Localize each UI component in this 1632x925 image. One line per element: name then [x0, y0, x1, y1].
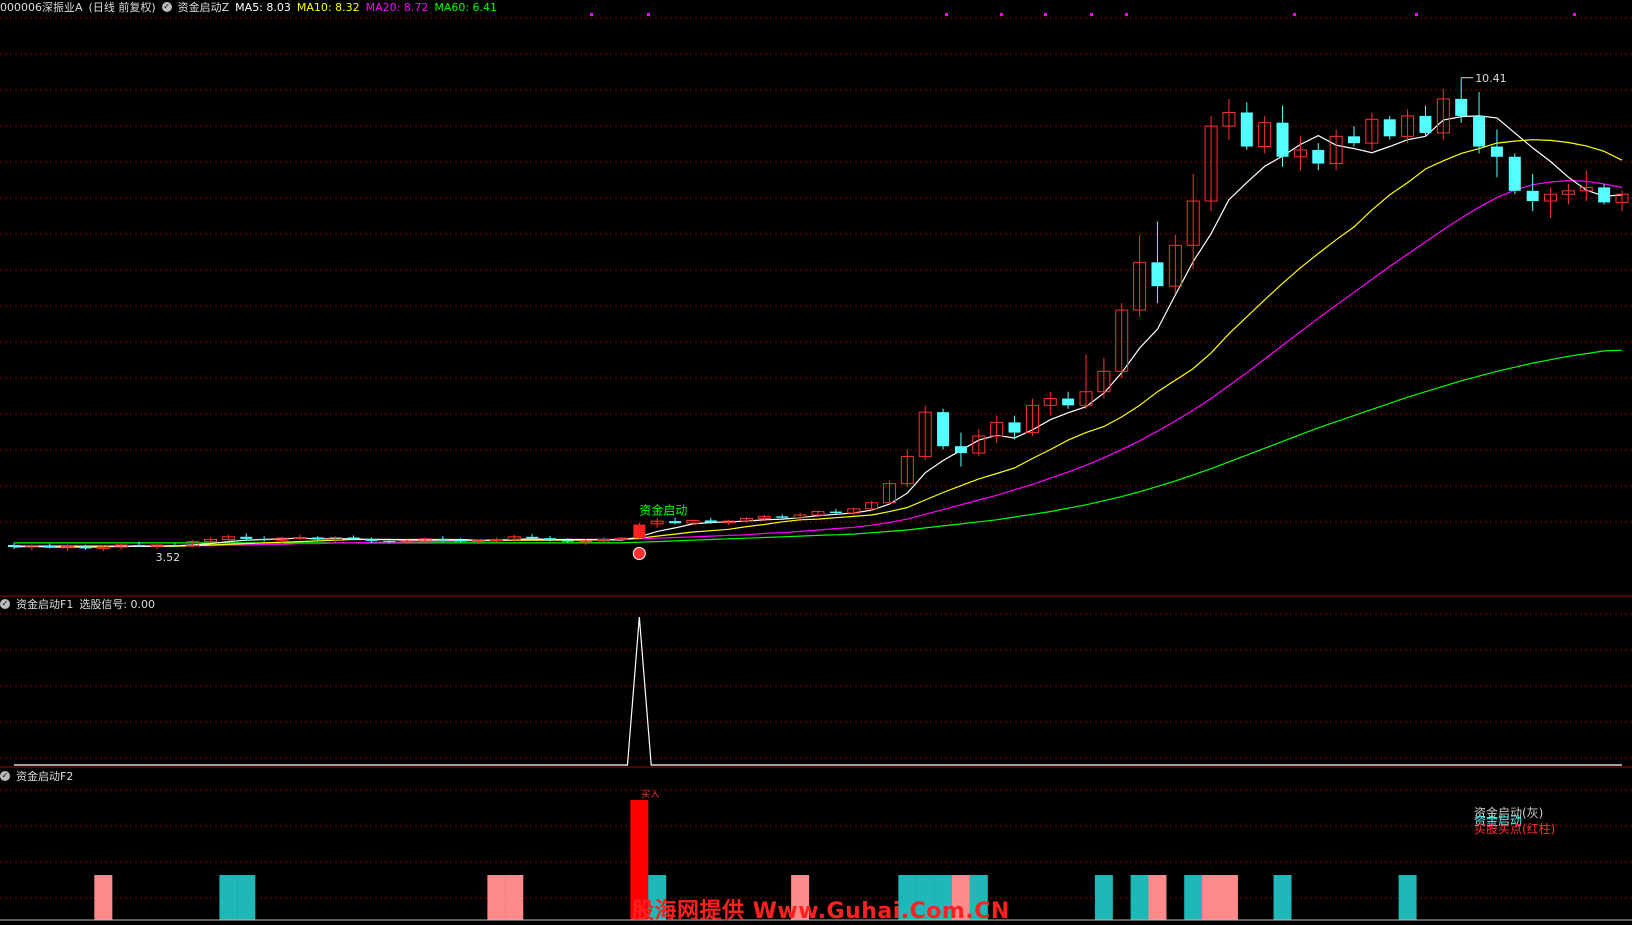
top-marker	[647, 13, 650, 16]
top-marker	[1415, 13, 1418, 16]
top-marker	[945, 13, 948, 16]
f2-bar	[1184, 875, 1203, 920]
top-marker	[1000, 13, 1003, 16]
top-marker	[1573, 13, 1576, 16]
top-marker	[1090, 13, 1093, 16]
candle-body	[1151, 262, 1164, 287]
top-marker	[590, 13, 593, 16]
candle-body	[489, 539, 503, 542]
f2-bar	[487, 875, 506, 920]
candle-body	[168, 544, 181, 546]
candle-body	[1473, 115, 1486, 147]
candle-body	[561, 540, 574, 542]
top-marker	[1125, 13, 1128, 16]
f2-bar	[1202, 875, 1221, 920]
signal-label: 资金启动	[639, 502, 687, 517]
candle-body	[436, 538, 449, 541]
f1-signal-line	[14, 616, 1622, 766]
candle-body	[704, 520, 717, 523]
candle-body	[365, 538, 378, 541]
candle-body	[240, 536, 253, 539]
f2-bar	[219, 875, 238, 920]
candle-body	[8, 544, 20, 548]
f2-bar-label: 买入	[641, 789, 659, 800]
f2-bar	[505, 875, 524, 920]
candle-body	[79, 546, 92, 549]
f2-bar	[1219, 875, 1238, 920]
candle-body	[347, 537, 360, 539]
f2-bar	[1398, 875, 1417, 920]
candle-body	[454, 540, 467, 542]
candle-body	[829, 511, 842, 513]
top-marker	[1293, 13, 1296, 16]
candle-body	[776, 516, 789, 518]
candle-body	[1383, 119, 1396, 137]
stock-chart-window[interactable]: 000006 深振业A (日线 前复权) ✓ 资金启动Z MA5: 8.03 M…	[0, 0, 1632, 924]
f2-bar	[1148, 875, 1167, 920]
candle-body	[43, 545, 56, 548]
legend-item: 买股买点(红柱)	[1474, 822, 1556, 836]
candle-body	[544, 538, 556, 541]
candle-body	[1508, 156, 1521, 191]
top-marker	[1044, 13, 1047, 16]
candle-body	[1598, 187, 1611, 203]
candle-body	[383, 540, 396, 542]
candle-body	[1062, 398, 1075, 406]
watermark: 股海网提供 Www.Guhai.Com.CN	[632, 899, 1010, 924]
chart-canvas[interactable]: 10.41 3.52 资金启动买入	[0, 0, 1632, 922]
candle-body	[311, 537, 324, 540]
signal-ball-icon	[632, 547, 646, 561]
f2-bar	[1094, 875, 1113, 920]
ma5-line	[13, 115, 1623, 548]
ma10-line	[14, 139, 1623, 547]
f2-legend: 资金启动(灰) 资金启动 买股买点(红柱)	[1474, 807, 1555, 835]
candle-body	[669, 521, 682, 524]
candle-body	[1008, 422, 1021, 433]
candle-body	[1490, 146, 1503, 157]
candle-body	[1455, 98, 1468, 116]
candle-body	[954, 446, 967, 454]
low-price-label: 3.52	[156, 551, 181, 564]
candle-body	[1312, 149, 1325, 164]
candle-body	[1526, 190, 1539, 202]
candle-body	[400, 540, 414, 543]
candle-body	[1240, 112, 1253, 147]
candle-body	[633, 524, 646, 539]
candle-body	[526, 536, 539, 539]
candle-body	[258, 538, 271, 541]
ma20-line	[14, 179, 1623, 547]
candle-body	[1276, 122, 1289, 157]
f2-bar	[94, 875, 113, 920]
candle-body	[133, 544, 146, 547]
candle-body	[579, 540, 593, 543]
candle-body	[293, 536, 307, 539]
f2-bar	[237, 875, 256, 920]
candle-body	[1419, 115, 1432, 133]
f2-bar	[1130, 875, 1149, 920]
f2-bar	[1273, 875, 1292, 920]
candle-body	[1348, 136, 1360, 144]
candle-body	[937, 412, 950, 447]
high-price-label: 10.41	[1475, 72, 1507, 85]
